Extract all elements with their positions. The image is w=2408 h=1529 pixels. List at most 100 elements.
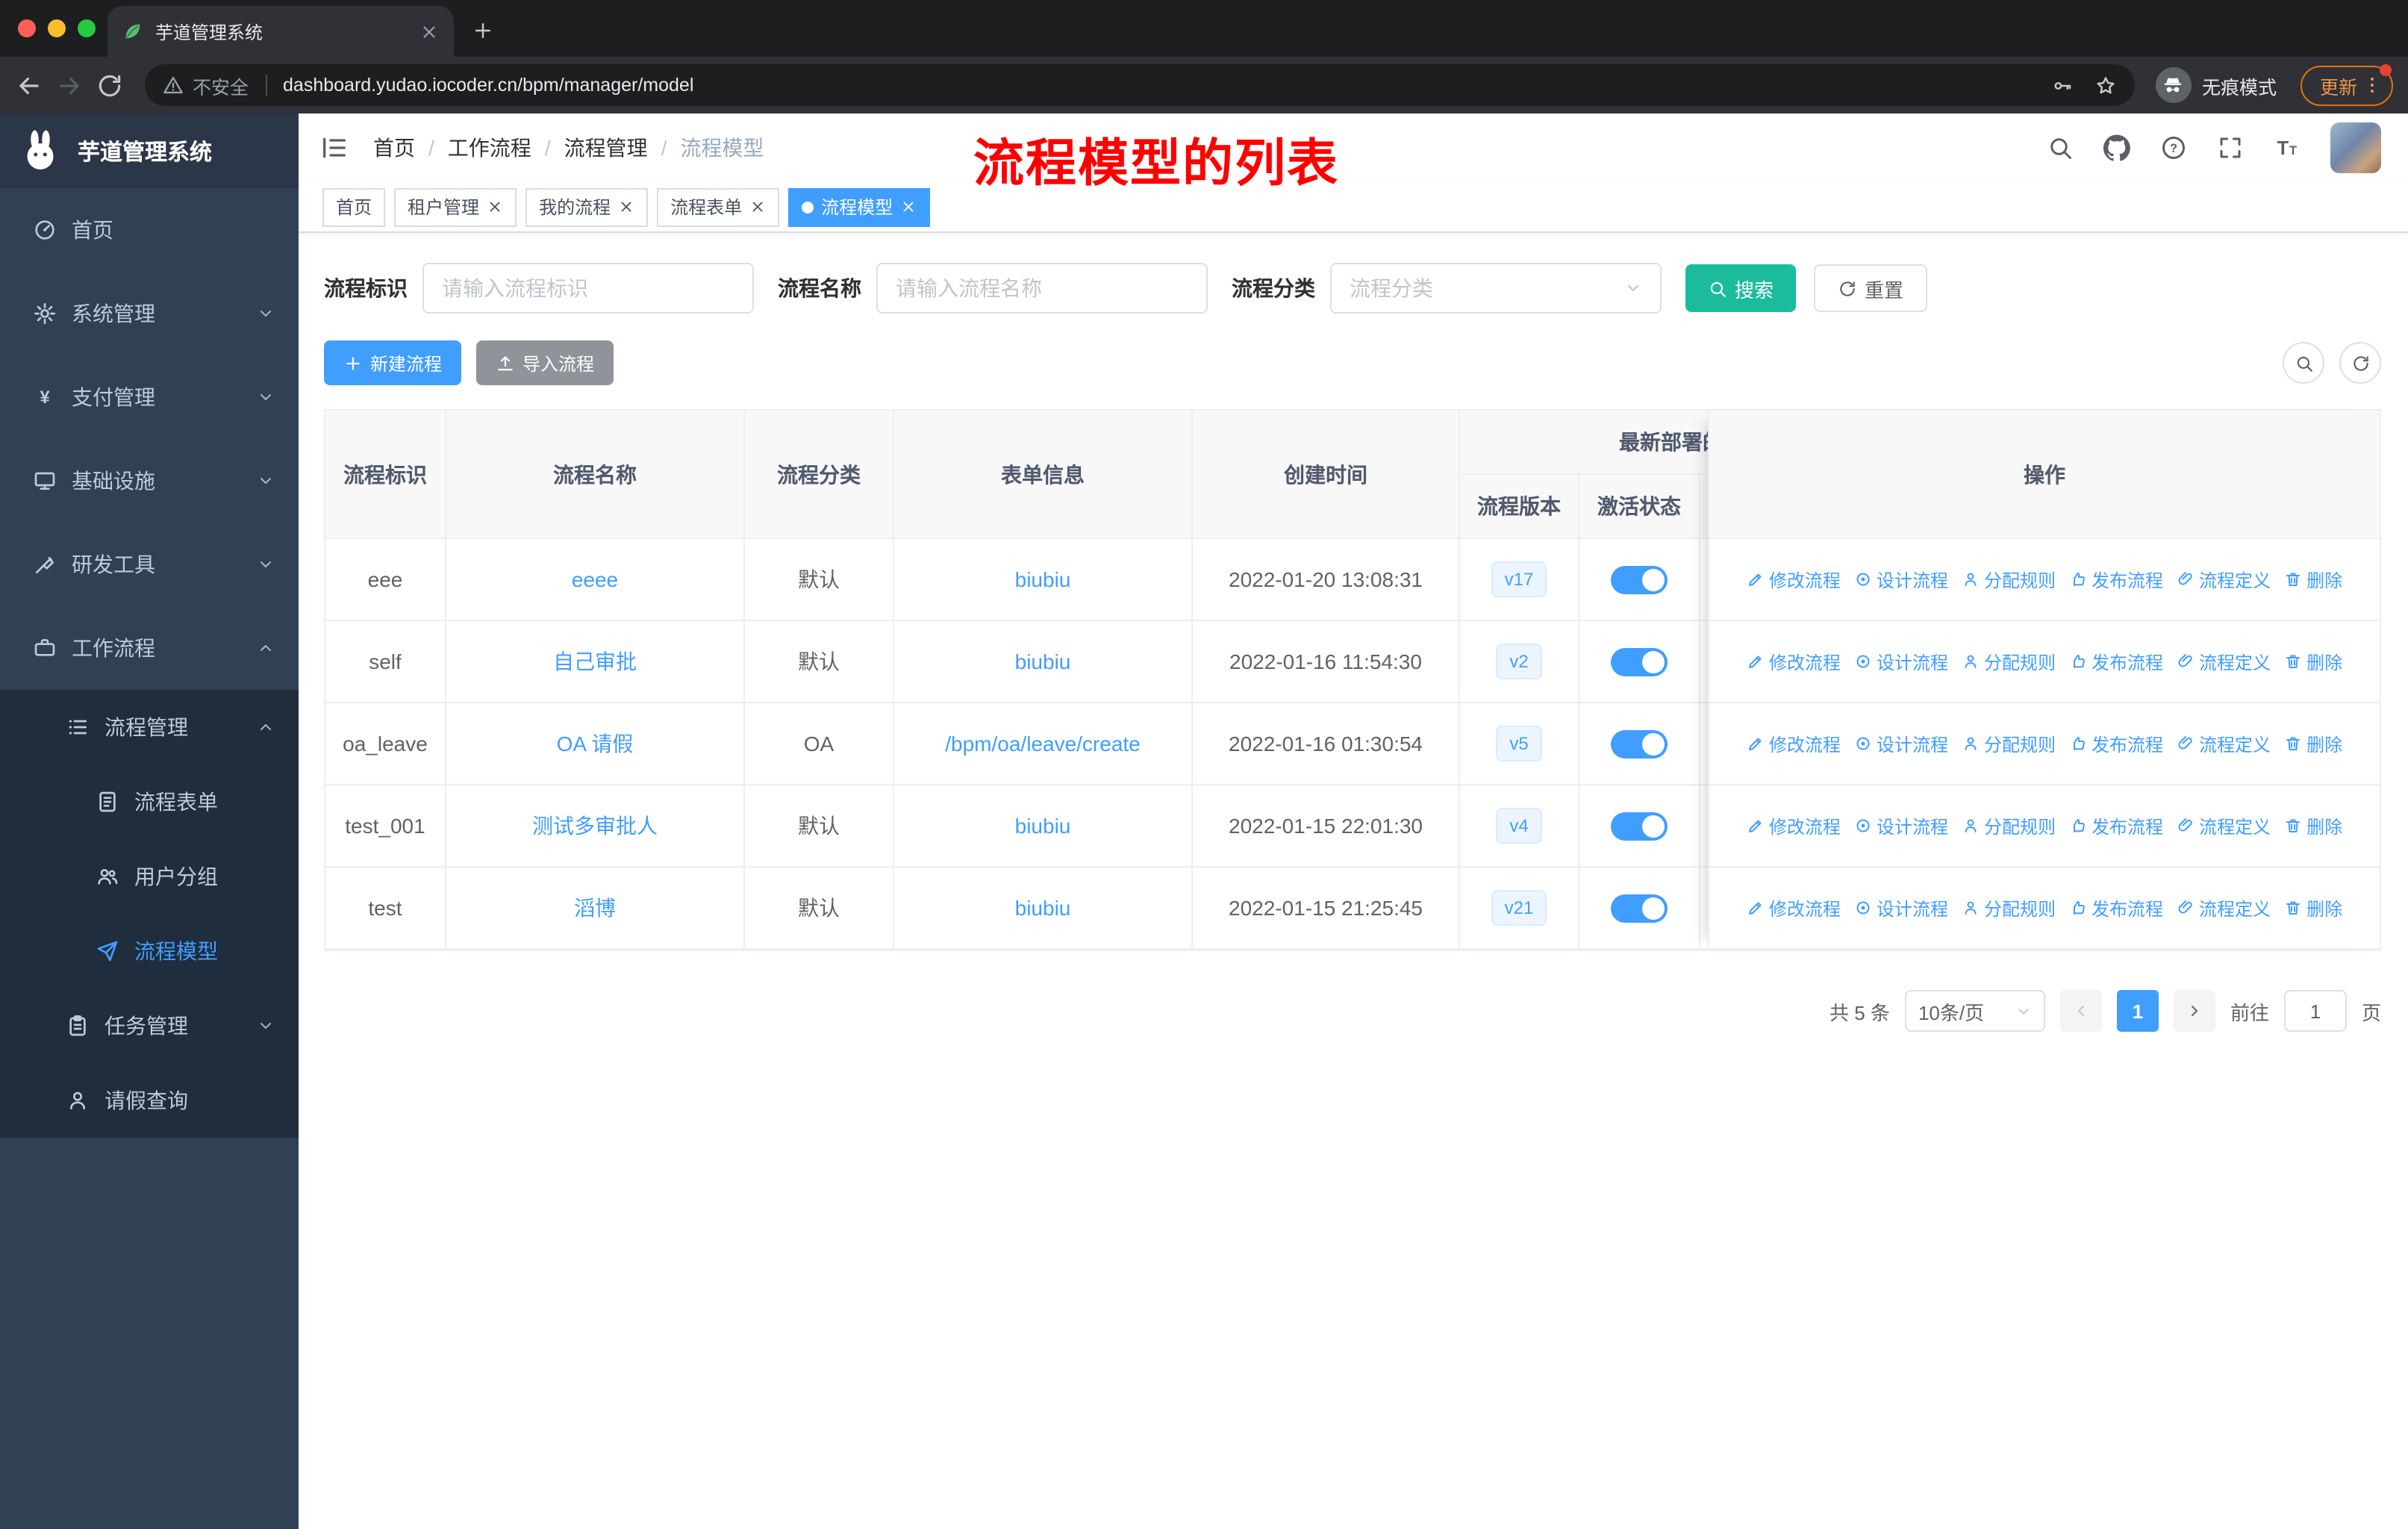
new-tab-button[interactable] <box>472 19 494 42</box>
bookmark-star-icon[interactable] <box>2094 74 2117 96</box>
import-process-button[interactable]: 导入流程 <box>476 340 614 385</box>
design-process-link[interactable]: 设计流程 <box>1854 731 1948 756</box>
status-toggle[interactable] <box>1611 812 1668 840</box>
close-tag-icon[interactable] <box>749 199 766 215</box>
process-key-input[interactable] <box>422 263 754 314</box>
tags-view-tag[interactable]: 流程表单 <box>657 187 780 226</box>
sidebar-item-5[interactable]: 工作流程 <box>0 606 299 690</box>
back-icon[interactable] <box>15 71 43 99</box>
current-page-button[interactable]: 1 <box>2116 990 2159 1032</box>
page-size-select[interactable]: 10条/页 <box>1904 990 2045 1032</box>
forward-icon[interactable] <box>55 71 84 99</box>
status-toggle[interactable] <box>1611 729 1668 758</box>
edit-process-link[interactable]: 修改流程 <box>1747 895 1841 921</box>
process-name-link[interactable]: 滔博 <box>574 893 616 923</box>
process-definition-link[interactable]: 流程定义 <box>2177 813 2271 838</box>
next-page-button[interactable] <box>2173 990 2215 1032</box>
form-info-link[interactable]: /bpm/oa/leave/create <box>945 732 1141 756</box>
minimize-window-button[interactable] <box>48 19 66 37</box>
sidebar-item-4[interactable]: 研发工具 <box>0 523 299 606</box>
sidebar-item-1[interactable]: 系统管理 <box>0 272 299 355</box>
delete-link[interactable]: 删除 <box>2284 649 2342 674</box>
publish-process-link[interactable]: 发布流程 <box>2069 813 2163 838</box>
process-name-input[interactable] <box>876 263 1208 314</box>
design-process-link[interactable]: 设计流程 <box>1854 567 1948 592</box>
edit-process-link[interactable]: 修改流程 <box>1747 649 1841 674</box>
process-definition-link[interactable]: 流程定义 <box>2177 895 2271 921</box>
fullscreen-icon[interactable] <box>2217 134 2244 161</box>
delete-link[interactable]: 删除 <box>2284 813 2342 838</box>
design-process-link[interactable]: 设计流程 <box>1854 813 1948 838</box>
address-bar[interactable]: 不安全 dashboard.yudao.iocoder.cn/bpm/manag… <box>145 64 2135 106</box>
tags-view-tag[interactable]: 首页 <box>322 187 386 226</box>
tags-view-tag[interactable]: 我的流程 <box>525 187 649 226</box>
zoom-window-button[interactable] <box>78 19 96 37</box>
assign-rule-link[interactable]: 分配规则 <box>1962 895 2056 921</box>
design-process-link[interactable]: 设计流程 <box>1854 649 1948 674</box>
sidebar-item-8[interactable]: 用户分组 <box>0 839 299 914</box>
form-info-link[interactable]: biubiu <box>1015 567 1071 591</box>
prev-page-button[interactable] <box>2059 990 2102 1032</box>
browser-tab[interactable]: 芋道管理系统 <box>107 6 454 57</box>
process-name-link[interactable]: 自己审批 <box>553 647 637 676</box>
status-toggle[interactable] <box>1611 647 1668 676</box>
github-icon[interactable] <box>2103 134 2130 161</box>
breadcrumb-item[interactable]: 流程管理 <box>564 133 648 163</box>
reset-button[interactable]: 重置 <box>1814 264 1928 312</box>
browser-menu-icon[interactable] <box>2362 75 2383 96</box>
help-icon[interactable] <box>2160 134 2187 161</box>
goto-page-input[interactable] <box>2283 990 2347 1032</box>
update-button[interactable]: 更新 <box>2300 63 2393 105</box>
refresh-table-button[interactable] <box>2339 342 2381 384</box>
delete-link[interactable]: 删除 <box>2284 895 2342 921</box>
sidebar-item-6[interactable]: 流程管理 <box>0 690 299 764</box>
sidebar-item-3[interactable]: 基础设施 <box>0 439 299 523</box>
close-tag-icon[interactable] <box>618 199 634 215</box>
publish-process-link[interactable]: 发布流程 <box>2069 567 2163 592</box>
form-info-link[interactable]: biubiu <box>1015 896 1071 920</box>
sidebar-item-7[interactable]: 流程表单 <box>0 764 299 839</box>
delete-link[interactable]: 删除 <box>2284 567 2342 592</box>
tags-view-tag[interactable]: 租户管理 <box>394 187 517 226</box>
create-process-button[interactable]: 新建流程 <box>324 340 462 385</box>
process-definition-link[interactable]: 流程定义 <box>2177 649 2271 674</box>
sidebar-item-2[interactable]: 支付管理 <box>0 355 299 439</box>
toggle-search-button[interactable] <box>2283 342 2324 384</box>
edit-process-link[interactable]: 修改流程 <box>1747 731 1841 756</box>
sidebar-item-11[interactable]: 请假查询 <box>0 1063 299 1138</box>
process-name-link[interactable]: eeee <box>572 567 618 591</box>
edit-process-link[interactable]: 修改流程 <box>1747 567 1841 592</box>
user-avatar[interactable] <box>2330 122 2381 173</box>
assign-rule-link[interactable]: 分配规则 <box>1962 567 2056 592</box>
delete-link[interactable]: 删除 <box>2284 731 2342 756</box>
status-toggle[interactable] <box>1611 565 1668 594</box>
assign-rule-link[interactable]: 分配规则 <box>1962 649 2056 674</box>
assign-rule-link[interactable]: 分配规则 <box>1962 813 2056 838</box>
tab-close-icon[interactable] <box>419 22 439 41</box>
breadcrumb-item[interactable]: 工作流程 <box>448 133 531 163</box>
password-key-icon[interactable] <box>2051 74 2074 96</box>
search-icon[interactable] <box>2047 134 2074 161</box>
status-toggle[interactable] <box>1611 894 1668 922</box>
search-button[interactable]: 搜索 <box>1685 264 1797 312</box>
collapse-sidebar-icon[interactable] <box>319 133 349 163</box>
sidebar-item-10[interactable]: 任务管理 <box>0 988 299 1063</box>
design-process-link[interactable]: 设计流程 <box>1854 895 1948 921</box>
font-size-icon[interactable] <box>2274 134 2301 161</box>
process-definition-link[interactable]: 流程定义 <box>2177 731 2271 756</box>
process-definition-link[interactable]: 流程定义 <box>2177 567 2271 592</box>
publish-process-link[interactable]: 发布流程 <box>2069 895 2163 921</box>
publish-process-link[interactable]: 发布流程 <box>2069 649 2163 674</box>
publish-process-link[interactable]: 发布流程 <box>2069 731 2163 756</box>
close-window-button[interactable] <box>18 19 36 37</box>
form-info-link[interactable]: biubiu <box>1015 814 1071 838</box>
tags-view-tag[interactable]: 流程模型 <box>788 187 931 226</box>
category-select[interactable]: 流程分类 <box>1330 263 1662 314</box>
form-info-link[interactable]: biubiu <box>1015 650 1071 673</box>
process-name-link[interactable]: OA 请假 <box>557 729 634 759</box>
close-tag-icon[interactable] <box>900 199 917 215</box>
breadcrumb-item[interactable]: 首页 <box>373 133 415 163</box>
assign-rule-link[interactable]: 分配规则 <box>1962 731 2056 756</box>
sidebar-item-9[interactable]: 流程模型 <box>0 914 299 988</box>
sidebar-item-0[interactable]: 首页 <box>0 188 299 272</box>
